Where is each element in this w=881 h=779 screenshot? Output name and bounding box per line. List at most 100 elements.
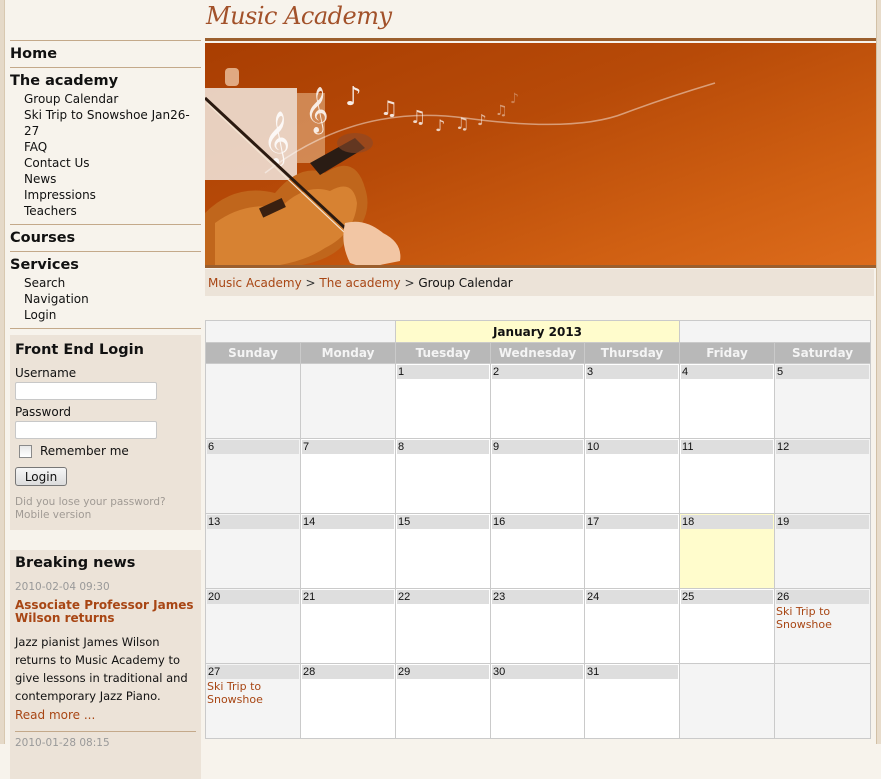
music-note-icon: ♪ (435, 116, 445, 135)
services-submenu: Search Navigation Login (10, 275, 201, 328)
day-number: 12 (776, 440, 870, 454)
nav-subitem-search[interactable]: Search (10, 275, 201, 291)
calendar-day[interactable]: 13 (205, 513, 301, 589)
calendar-day[interactable]: 20 (205, 588, 301, 664)
calendar-day[interactable]: 9 (490, 438, 585, 514)
page-left-border (0, 0, 5, 744)
breadcrumb-link-academy[interactable]: The academy (319, 276, 400, 290)
day-number: 4 (681, 365, 774, 379)
calendar-day[interactable]: 30 (490, 663, 585, 739)
nav-subitem-contact-us[interactable]: Contact Us (10, 155, 201, 171)
calendar-day[interactable]: 6 (205, 438, 301, 514)
calendar-day[interactable]: 24 (583, 588, 681, 664)
calendar-day-today[interactable]: 18 (679, 513, 776, 589)
music-note-icon: ♪ (345, 82, 362, 112)
calendar-title-blank (205, 320, 396, 343)
news-headline-link[interactable]: Associate Professor James Wilson returns (15, 599, 196, 625)
calendar-day[interactable]: 12 (774, 438, 872, 514)
calendar-day[interactable]: 2 (490, 363, 585, 439)
nav-subitem-group-calendar[interactable]: Group Calendar (10, 91, 201, 107)
calendar-empty-cell (774, 663, 872, 739)
nav-subitem-faq[interactable]: FAQ (10, 139, 201, 155)
nav-subitem-navigation[interactable]: Navigation (10, 291, 201, 307)
calendar-day[interactable]: 21 (300, 588, 396, 664)
day-number: 27 (207, 665, 299, 679)
password-input[interactable] (15, 421, 157, 439)
calendar-day[interactable]: 15 (395, 513, 491, 589)
day-number: 1 (397, 365, 489, 379)
calendar-empty-cell (679, 663, 776, 739)
calendar-event-link[interactable]: Ski Trip to Snowshoe (775, 605, 870, 631)
calendar-event-link[interactable]: Ski Trip to Snowshoe (206, 680, 300, 706)
calendar-day[interactable]: 31 (583, 663, 681, 739)
calendar-day[interactable]: 25 (679, 588, 776, 664)
site-logo[interactable]: Music Academy (206, 2, 392, 30)
calendar-day[interactable]: 5 (774, 363, 872, 439)
weekday-header-monday: Monday (300, 342, 396, 364)
read-more-link[interactable]: Read more ... (15, 707, 196, 723)
calendar-day[interactable]: 16 (490, 513, 585, 589)
day-number: 17 (586, 515, 679, 529)
breaking-news-module: Breaking news 2010-02-04 09:30 Associate… (10, 550, 201, 779)
calendar-day[interactable]: 26 Ski Trip to Snowshoe (774, 588, 872, 664)
music-note-icon: ♫ (380, 96, 398, 120)
day-number: 5 (776, 365, 870, 379)
calendar-day[interactable]: 3 (583, 363, 681, 439)
calendar-day[interactable]: 10 (583, 438, 681, 514)
calendar-day[interactable]: 28 (300, 663, 396, 739)
calendar-day[interactable]: 22 (395, 588, 491, 664)
username-label: Username (15, 366, 77, 380)
treble-clef-icon: 𝄞 (305, 87, 329, 135)
calendar-day[interactable]: 19 (774, 513, 872, 589)
nav-subitem-ski-trip[interactable]: Ski Trip to Snowshoe Jan26-27 (10, 107, 201, 139)
calendar-day[interactable]: 4 (679, 363, 776, 439)
nav-item-courses[interactable]: Courses (10, 225, 201, 251)
breadcrumb-current: Group Calendar (418, 276, 513, 290)
day-number: 9 (492, 440, 583, 454)
remember-me-checkbox[interactable] (19, 444, 32, 458)
music-note-icon: ♫ (495, 103, 508, 119)
header-divider (205, 38, 876, 41)
username-input[interactable] (15, 382, 157, 400)
calendar-day[interactable]: 7 (300, 438, 396, 514)
calendar-week-row: 12345 (205, 363, 872, 439)
calendar-week-row: 27 Ski Trip to Snowshoe 28 29 30 31 (205, 663, 872, 739)
breadcrumb-link-home[interactable]: Music Academy (208, 276, 302, 290)
calendar-empty-cell (205, 363, 301, 439)
day-number: 25 (681, 590, 774, 604)
nav-subitem-impressions[interactable]: Impressions (10, 187, 201, 203)
calendar-body: 1 2 3 4 5 6 7 8 9 10 11 12 13 14 15 16 17 18 19 20 21 22 23 24 2… (205, 363, 872, 739)
day-number: 21 (302, 590, 394, 604)
music-note-icon: ♪ (510, 91, 519, 107)
breaking-news-title: Breaking news (15, 555, 136, 571)
lost-password-link[interactable]: Did you lose your password? (15, 496, 196, 509)
calendar-week-row: 13 14 15 16 17 18 19 (205, 513, 872, 589)
calendar-day[interactable]: 27 Ski Trip to Snowshoe (205, 663, 301, 739)
remember-me-label[interactable]: Remember me (40, 444, 129, 458)
calendar-day[interactable]: 23 (490, 588, 585, 664)
calendar-day[interactable]: 1 (395, 363, 491, 439)
page-scrollbar-edge (876, 0, 881, 744)
calendar-empty-cell (300, 363, 396, 439)
music-note-icon: ♫ (410, 107, 426, 128)
calendar-day[interactable]: 11 (679, 438, 776, 514)
nav-item-home[interactable]: Home (10, 41, 201, 67)
weekday-header-wednesday: Wednesday (490, 342, 585, 364)
group-calendar: January 2013 Sunday Monday Tuesday Wednesda… (205, 320, 872, 739)
calendar-day[interactable]: 8 (395, 438, 491, 514)
weekday-header-sunday: Sunday (205, 342, 301, 364)
calendar-title-row: January 2013 (205, 320, 872, 343)
calendar-day[interactable]: 29 (395, 663, 491, 739)
academy-submenu: Group Calendar Ski Trip to Snowshoe Jan2… (10, 91, 201, 224)
day-number: 8 (397, 440, 489, 454)
calendar-day[interactable]: 14 (300, 513, 396, 589)
day-number: 11 (681, 440, 774, 454)
nav-subitem-news[interactable]: News (10, 171, 201, 187)
day-number: 22 (397, 590, 489, 604)
nav-subitem-login[interactable]: Login (10, 307, 201, 323)
nav-subitem-teachers[interactable]: Teachers (10, 203, 201, 219)
mobile-version-link[interactable]: Mobile version (15, 509, 196, 522)
login-links: Did you lose your password? Mobile versi… (15, 496, 196, 522)
login-button[interactable]: Login (15, 467, 67, 486)
calendar-day[interactable]: 17 (583, 513, 681, 589)
